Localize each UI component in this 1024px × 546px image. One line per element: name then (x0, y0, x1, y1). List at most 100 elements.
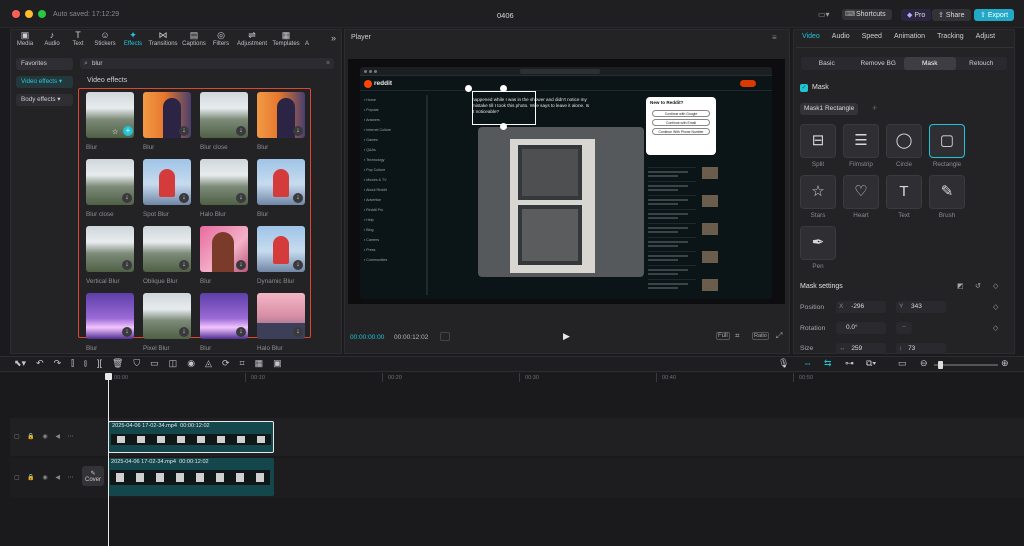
reddit-nav-item[interactable]: ▪ Blog (364, 225, 416, 235)
effect-thumbnail[interactable]: ↓ (143, 226, 191, 272)
effect-thumbnail[interactable]: ↓ (257, 92, 305, 138)
reddit-nav-item[interactable]: ▪ Press (364, 245, 416, 255)
reddit-nav-item[interactable]: ▪ Careers (364, 235, 416, 245)
subtab-remove-bg[interactable]: Remove BG (853, 57, 905, 70)
download-icon[interactable]: ↓ (179, 260, 189, 270)
microphone-icon[interactable]: 🎙 (778, 358, 789, 369)
mirror-icon[interactable]: ◬ (205, 358, 212, 370)
effect-thumbnail[interactable]: ↓ (86, 159, 134, 205)
reddit-nav-item[interactable]: ▪ Games (364, 135, 416, 145)
share-button[interactable]: ⇪ Share (932, 9, 971, 21)
mask-selection[interactable] (472, 91, 536, 125)
tab-filters[interactable]: ◎ Filters (208, 30, 234, 48)
select-tool-icon[interactable]: ⬉▾ (14, 358, 26, 370)
reddit-nav-item[interactable]: ▪ Pop Culture (364, 165, 416, 175)
download-icon[interactable]: ↓ (122, 260, 132, 270)
position-y-field[interactable]: Y 343 (896, 301, 946, 313)
reverse-icon[interactable]: ◫ (169, 358, 178, 370)
freeze-icon[interactable]: ▭ (150, 358, 159, 370)
effect-thumbnail[interactable]: ↓ (257, 226, 305, 272)
layout-icon[interactable]: ▭▾ (818, 10, 836, 20)
timecode-toggle-icon[interactable] (440, 332, 450, 341)
reddit-nav-item[interactable]: ▪ Q&As (364, 145, 416, 155)
effect-thumbnail[interactable]: ↓ (143, 92, 191, 138)
download-icon[interactable]: ↓ (293, 327, 303, 337)
add-effect-icon[interactable]: + (123, 126, 133, 136)
popup-signin-button[interactable]: Continue with Google (652, 110, 710, 117)
download-icon[interactable]: ↓ (293, 260, 303, 270)
clear-search-icon[interactable]: × (326, 58, 330, 69)
crop-icon[interactable]: ⌗ (240, 358, 245, 370)
tab-text[interactable]: T Text (66, 30, 90, 48)
inspector-tab-speed[interactable]: Speed (856, 33, 888, 45)
effect-thumbnail[interactable]: ↓ (257, 159, 305, 205)
auto-reframe-icon[interactable]: ▦ (255, 358, 264, 370)
sidebar-item-body-effects[interactable]: Body effects ▾ (16, 94, 73, 106)
tab-a[interactable]: A (302, 30, 312, 48)
tab-media[interactable]: ▣ Media (12, 30, 38, 48)
effect-thumbnail[interactable]: ↓ (200, 92, 248, 138)
download-icon[interactable]: ↓ (236, 327, 246, 337)
playhead[interactable] (108, 373, 109, 546)
reddit-nav-item[interactable]: ▪ Communities (364, 255, 416, 265)
zoom-slider-thumb[interactable] (938, 361, 943, 369)
mask-checkbox[interactable]: ✓ (800, 84, 808, 92)
download-icon[interactable]: ↓ (122, 327, 132, 337)
inspector-tab-adjust[interactable]: Adjust (970, 33, 1001, 45)
download-icon[interactable]: ↓ (293, 193, 303, 203)
add-mask-icon[interactable]: + (872, 103, 877, 113)
mask-shape-rectangle[interactable]: ▢ (929, 124, 965, 158)
size-height-field[interactable]: ↕ 73 (896, 343, 946, 354)
zoom-out-icon[interactable]: ⊖ (920, 358, 928, 369)
subtab-retouch[interactable]: Retouch (956, 57, 1008, 70)
popup-signin-button[interactable]: Continue With Phone Number (652, 128, 710, 135)
export-button[interactable]: ⇧ Export (974, 9, 1015, 21)
cover-button[interactable]: ✎ Cover (82, 466, 104, 486)
ratio-button[interactable]: Ratio (752, 332, 769, 340)
keyframe-icon[interactable]: ◇ (993, 282, 998, 290)
mask-shape-split[interactable]: ⊟ (800, 124, 836, 158)
split-left-icon[interactable]: ⫾ (84, 358, 87, 370)
play-icon[interactable]: ▶ (563, 331, 570, 342)
download-icon[interactable]: ↓ (122, 193, 132, 203)
download-icon[interactable]: ↓ (179, 193, 189, 203)
tab-effects[interactable]: ✦ Effects (120, 30, 146, 48)
inspector-tab-tracking[interactable]: Tracking (931, 33, 970, 45)
effect-thumbnail[interactable]: ↓ (143, 293, 191, 339)
effect-thumbnail[interactable]: ↓ (257, 293, 305, 339)
fullscreen-icon[interactable]: ⤢ (776, 331, 782, 341)
rotate-icon[interactable]: ⟳ (222, 358, 230, 370)
reddit-nav-item[interactable]: ▪ Technology (364, 155, 416, 165)
rotate-handle-icon[interactable] (500, 123, 507, 130)
video-preview[interactable]: reddit ▪ Home ▪ Popular ▪ Answers ▪ Interne… (348, 59, 785, 304)
effect-thumbnail[interactable]: ☆ + (86, 92, 134, 138)
mask-chip[interactable]: Mask1 Rectangle (800, 103, 859, 115)
mask-handle-icon[interactable] (465, 85, 472, 92)
mask-shape-pen[interactable]: ✒ (800, 226, 836, 260)
invert-mask-icon[interactable]: ◩ (957, 282, 964, 290)
effect-thumbnail[interactable]: ↓ (200, 226, 248, 272)
login-button[interactable] (740, 80, 756, 87)
more-tabs-icon[interactable]: » (331, 33, 336, 43)
redo-icon[interactable]: ↷ (54, 358, 62, 370)
mask-shape-text[interactable]: T (886, 175, 922, 209)
search-input[interactable]: blur (80, 58, 334, 69)
close-window-icon[interactable] (12, 10, 20, 18)
favorite-star-icon[interactable]: ☆ (112, 128, 118, 136)
playhead-handle-icon[interactable] (105, 373, 112, 380)
inspector-tab-audio[interactable]: Audio (826, 33, 856, 45)
reddit-nav-item[interactable]: ▪ Answers (364, 115, 416, 125)
video-clip-2[interactable]: 2025-04-06 17-02-34.mp4 00:00:12:02 (108, 458, 274, 496)
download-icon[interactable]: ↓ (293, 126, 303, 136)
rotation-field[interactable]: 0.0° (836, 322, 886, 334)
size-width-field[interactable]: ↔ 259 (836, 343, 886, 354)
reddit-nav-item[interactable]: ▪ Home (364, 95, 416, 105)
reset-icon[interactable]: ↺ (975, 282, 981, 290)
feather-handle-icon[interactable] (500, 85, 507, 92)
effect-thumbnail[interactable]: ↓ (200, 159, 248, 205)
delete-icon[interactable]: 🗑 (112, 358, 123, 370)
subtab-mask[interactable]: Mask (904, 57, 956, 70)
reddit-nav-item[interactable]: ▪ Internet Culture (364, 125, 416, 135)
video-clip-1[interactable]: 2025-04-06 17-02-34.mp4 00:00:12:02 (108, 421, 274, 453)
minimize-window-icon[interactable] (25, 10, 33, 18)
